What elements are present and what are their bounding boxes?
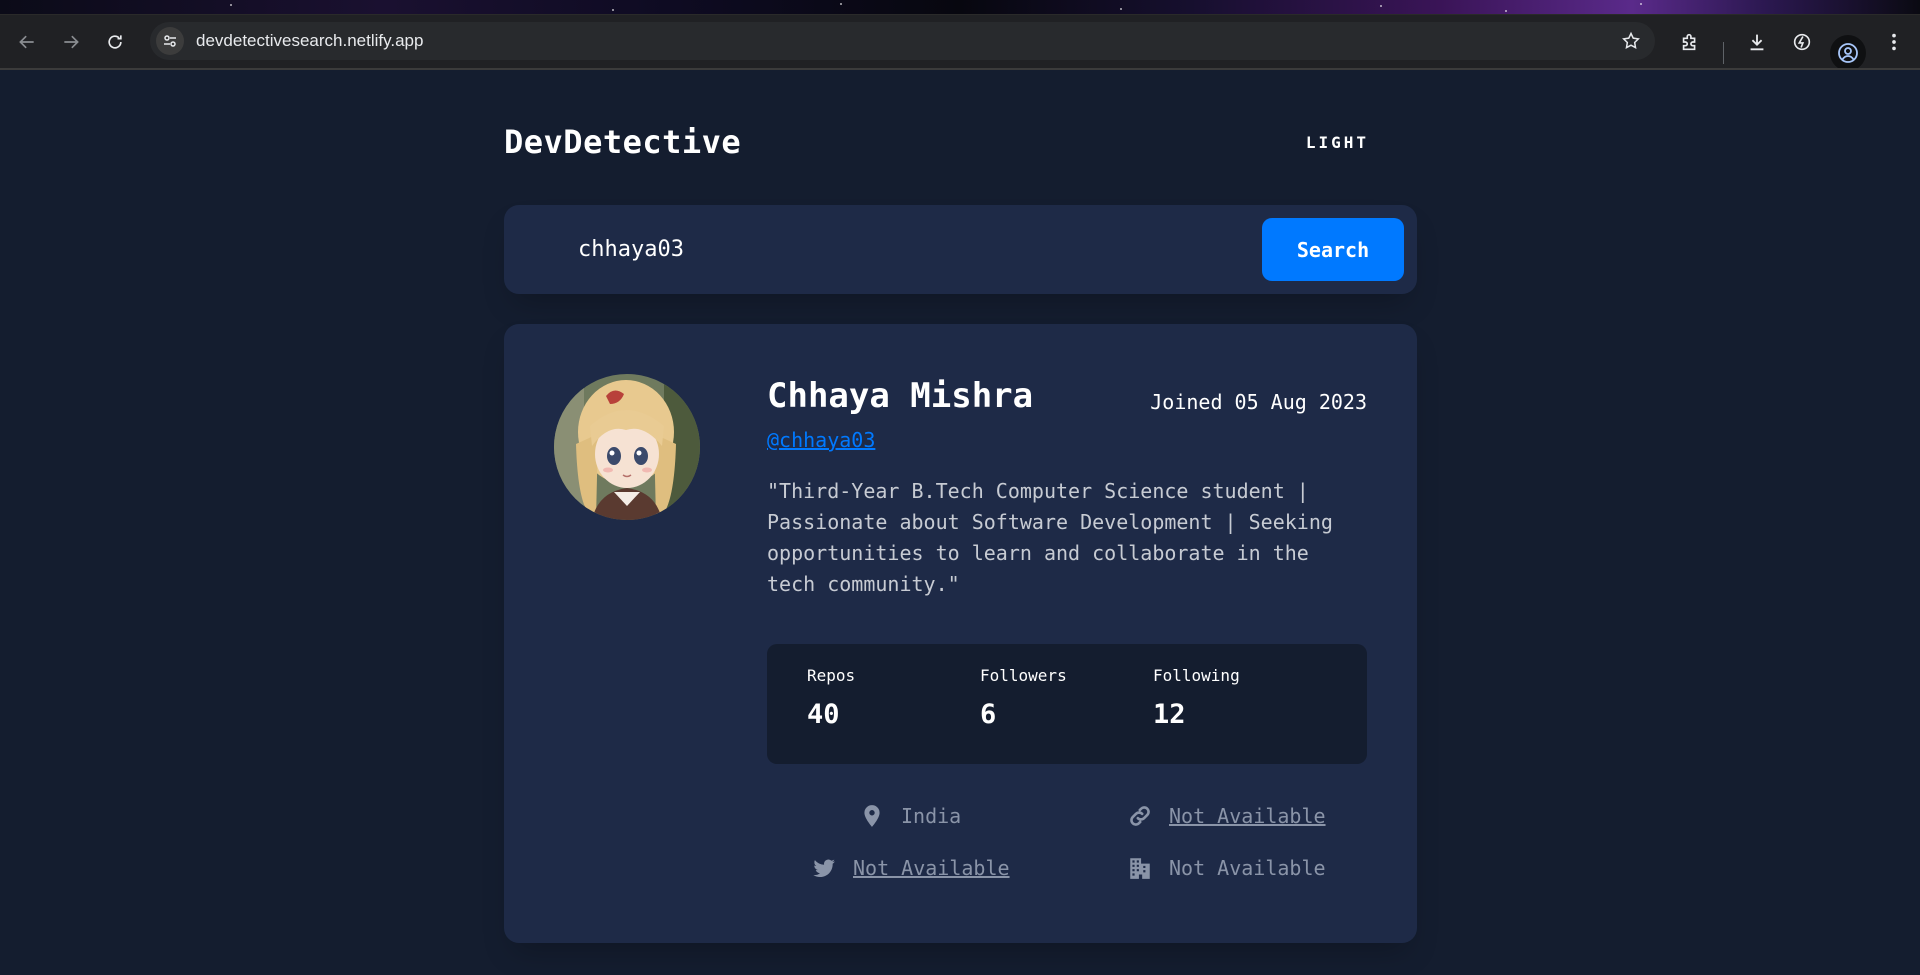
username-link[interactable]: @chhaya03: [767, 428, 875, 452]
website-item: Not Available: [1125, 801, 1326, 831]
bookmark-star-icon[interactable]: [1621, 31, 1641, 51]
stat-value: 40: [807, 699, 840, 730]
app-header: DevDetective LIGHT: [504, 118, 1417, 166]
browser-toolbar: devdetectivesearch.netlify.app: [0, 15, 1920, 71]
profile-card: Chhaya Mishra Joined 05 Aug 2023 @chhaya…: [504, 324, 1417, 943]
profile-name: Chhaya Mishra: [767, 376, 1034, 416]
search-button[interactable]: Search: [1262, 218, 1404, 281]
twitter-link[interactable]: Not Available: [853, 856, 1010, 880]
joined-date: Joined 05 Aug 2023: [1150, 390, 1367, 414]
extensions-button[interactable]: [1678, 30, 1702, 54]
account-circle-icon: [1838, 43, 1858, 63]
twitter-icon: [809, 853, 839, 883]
stat-repos: Repos 40: [807, 666, 855, 730]
forward-button[interactable]: [56, 27, 86, 57]
profile-links: India Not Available Not Available Not Av…: [767, 801, 1367, 901]
search-bar: Search: [504, 205, 1417, 294]
site-info-button[interactable]: [156, 27, 184, 55]
performance-button[interactable]: [1790, 30, 1814, 54]
profile-button[interactable]: [1830, 35, 1866, 71]
stat-value: 12: [1153, 699, 1186, 730]
page: DevDetective LIGHT Search: [0, 70, 1920, 975]
theme-toggle-button[interactable]: LIGHT: [1306, 133, 1369, 152]
arrow-right-icon: [64, 35, 79, 48]
stat-label: Repos: [807, 666, 856, 685]
stat-label: Following: [1153, 666, 1240, 685]
website-link[interactable]: Not Available: [1169, 804, 1326, 828]
building-icon: [1125, 853, 1155, 883]
back-button[interactable]: [12, 27, 42, 57]
leaf-icon: [1793, 33, 1811, 51]
twitter-item: Not Available: [809, 853, 1010, 883]
more-vertical-icon: [1892, 33, 1896, 51]
tune-icon: [164, 35, 176, 47]
search-input[interactable]: [578, 229, 1218, 270]
browser-menu-button[interactable]: [1882, 30, 1906, 54]
profile-bio: "Third-Year B.Tech Computer Science stud…: [767, 479, 1333, 596]
location-text: India: [901, 804, 962, 828]
puzzle-icon: [1682, 33, 1696, 51]
stat-label: Followers: [980, 666, 1067, 685]
stats-panel: Repos 40 Followers 6 Following 12: [767, 644, 1367, 764]
stat-value: 6: [980, 699, 997, 730]
company-item: Not Available: [1125, 853, 1326, 883]
downloads-button[interactable]: [1745, 30, 1769, 54]
browser-tab-strip: [0, 0, 1920, 15]
location-pin-icon: [857, 801, 887, 831]
link-icon: [1125, 801, 1155, 831]
stat-followers: Followers 6: [980, 666, 1067, 730]
reload-icon: [108, 34, 122, 49]
app-logo: DevDetective: [504, 123, 742, 161]
reload-button[interactable]: [100, 27, 130, 57]
company-text: Not Available: [1169, 856, 1326, 880]
stat-following: Following 12: [1153, 666, 1240, 730]
toolbar-divider: [1723, 42, 1724, 64]
location-item: India: [857, 801, 961, 831]
address-bar[interactable]: devdetectivesearch.netlify.app: [150, 22, 1655, 60]
download-icon: [1750, 34, 1764, 51]
avatar-image: [554, 374, 700, 520]
url-text: devdetectivesearch.netlify.app: [196, 31, 424, 50]
avatar: [554, 374, 700, 520]
arrow-left-icon: [19, 35, 34, 48]
